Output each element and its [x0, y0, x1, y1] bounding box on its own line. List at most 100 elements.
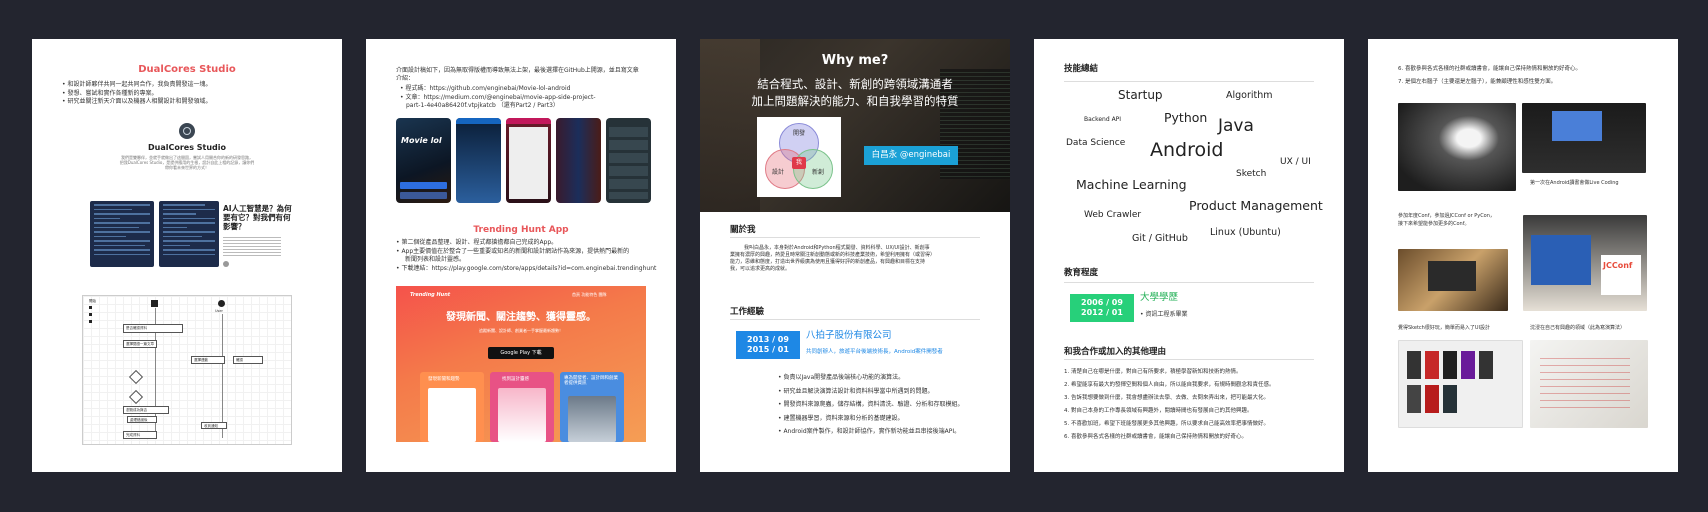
bullet: 發想、嘗試和實作各種新的專案。 — [62, 90, 211, 99]
resume-page-4: 技能總結 Startup Algorithm Backend API Pytho… — [1034, 39, 1344, 472]
banner-headline: 發現新聞、關注趨勢、獲得靈感。 — [446, 312, 596, 323]
flow-node: 選擇連動 — [194, 358, 208, 362]
section-title: Trending Hunt App — [473, 225, 569, 235]
hero-banner: Why me? 結合程式、設計、新創的跨領域溝通者 加上問題解決的能力、和自我學… — [700, 39, 1010, 212]
banner-nav[interactable]: 首頁 功能特色 團隊 — [572, 292, 607, 298]
link-list: 程式碼：https://github.com/enginebai/Movie-l… — [400, 85, 596, 103]
skill-word: Linux (Ubuntu) — [1210, 227, 1281, 238]
skill-word: Java — [1218, 116, 1254, 136]
feature-card: 發現新聞和趨勢 — [420, 372, 484, 442]
bullet: 開發資料來源爬蟲，儲存結構，資料清洗、驗證、分析和存取模組。 — [778, 398, 963, 412]
bullet: 第二個從產品整理、設計、程式都搶擔都自己完成的App。 — [396, 239, 629, 248]
article-link[interactable]: 文章：https://medium.com/@enginebai/movie-a… — [400, 94, 595, 103]
photo-caption: 第一次在Android讀書會做Live Coding — [1530, 180, 1619, 186]
feature-card: 專為開發者、設計師和創業者提供資訊 — [560, 372, 624, 442]
feature-card: 找到設計靈感 — [490, 372, 554, 442]
event-photo: JCConf — [1523, 215, 1647, 311]
resume-page-2: 介面設計稿如下，因為無取得版權而導致無法上架，最後選擇在GitHub上開源，並且… — [366, 39, 676, 472]
reason-item: 7. 是個左右腦子（主要還是左腦子），能兼顧理性和感性雙方面。 — [1398, 79, 1557, 85]
app-screenshot: Movie lol — [396, 118, 451, 203]
bullet: App主要價值在於整合了一些重要或知名的新聞和設計網站作為來源，提供熱門最新的 — [396, 248, 629, 257]
about-text: 能力，思維和態度，打造出世界級廣為使用且獲得好評的新創產品，有興趣和目標在支持 — [730, 259, 926, 265]
work-date-box: 2013 / 09 2015 / 01 — [736, 331, 800, 359]
venn-label: 設計 — [772, 169, 785, 176]
app-bullets: 下載連結：https://play.google.com/store/apps/… — [396, 265, 656, 274]
about-text: 我，可以追求更高的成就。 — [730, 266, 791, 272]
section-title: 教育程度 — [1064, 268, 1099, 278]
decision-node — [128, 369, 144, 385]
name-badge: 白昌永 @enginebai — [864, 146, 958, 165]
brand-name: Trending Hunt — [410, 292, 451, 298]
reason-item: 6. 喜歡參與各式各樣的社群或讀書會，能讓自己保持熱情和開放的好奇心。 — [1398, 66, 1581, 72]
intro-text: 介紹： — [396, 75, 415, 82]
section-title: 和我合作或加入的其他理由 — [1064, 347, 1167, 357]
event-photo — [1398, 249, 1508, 311]
intro-text: 介面設計稿如下，因為無取得版權而導致無法上架，最後選擇在GitHub上開源，並且… — [396, 67, 639, 74]
bullet: 建置機器學習，資料來源和分析的基礎建設。 — [778, 412, 963, 426]
skill-word: Web Crawler — [1084, 210, 1142, 220]
edu-date-end: 2012 / 01 — [1081, 308, 1123, 317]
flow-node: 收到通知 — [204, 424, 218, 428]
work-bullets: 負責以Java開發產品後端核心功能的演算法。 研究並且解決演算法設計和資料科學當… — [778, 371, 963, 439]
venn-label: 開發 — [793, 130, 806, 137]
reason-item: 6. 喜歡參與各式各樣的社群或讀書會，能讓自己保持熱情和開放的好奇心。 — [1064, 434, 1247, 440]
skill-word: UX / UI — [1280, 157, 1311, 167]
hero-line: 加上問題解決的能力、和自我學習的特質 — [751, 94, 959, 108]
avatar — [223, 261, 229, 267]
article-link-cont[interactable]: part-1-4e40a86420f.vtpjkatcb （還有Part2 / … — [406, 102, 559, 110]
reason-item: 2. 希望能享有最大的發揮空間和個人自由，所以能自我要求，有規時間觀念和責任感。 — [1064, 382, 1275, 388]
lock-icon — [151, 300, 158, 307]
app-screenshot — [456, 118, 501, 203]
bullet: 負責以Java開發產品後端核心功能的演算法。 — [778, 371, 963, 385]
code-link[interactable]: 程式碼：https://github.com/enginebai/Movie-l… — [400, 85, 596, 94]
skill-word: Startup — [1118, 88, 1163, 102]
reason-item: 3. 告訴我想要做到什麼，我會想盡辦法去學、去做、去問來弄出來，把可能最大化。 — [1064, 395, 1269, 401]
download-link[interactable]: 下載連結：https://play.google.com/store/apps/… — [396, 265, 656, 274]
bullet: 研究並關注新天介面以及機器人相關設計和開發領域。 — [62, 98, 211, 107]
trending-hunt-banner: Trending Hunt 首頁 功能特色 團隊 發現新聞、關注趨勢、獲得靈感。… — [396, 286, 646, 442]
section-title: 工作經驗 — [730, 307, 765, 317]
work-date-start: 2013 / 09 — [747, 335, 789, 344]
article-title: 要有它？對我們有何 — [223, 213, 291, 222]
photo-caption: 接下來希望能參加更多的Conf。 — [1398, 221, 1470, 227]
flow-node: 確認 — [236, 358, 243, 362]
app-screenshot — [606, 118, 651, 203]
section-title: 技能總結 — [1064, 64, 1099, 74]
hero-line: 結合程式、設計、新創的跨領域溝通者 — [757, 77, 953, 91]
flowchart: 開始 User 是否確認資料 選擇閱讀一篇文章 選擇連動 確認 瀏覽成功與否 處… — [82, 295, 292, 445]
skill-word: Backend API — [1084, 116, 1122, 123]
edu-bullets: 資訊工程系畢業 — [1140, 311, 1187, 320]
edu-date-box: 2006 / 09 2012 / 01 — [1070, 294, 1134, 322]
skill-word: Git / GitHub — [1132, 233, 1188, 244]
page-title: DualCores Studio — [138, 64, 236, 75]
google-play-button[interactable]: Google Play 下載 — [488, 347, 554, 359]
venn-diagram: 我 開發 設計 新創 — [757, 117, 841, 197]
feature-card-title: 發現新聞和趨勢 — [428, 377, 460, 382]
photo-caption: 參加年度Conf，參加過JCConf or PyCon， — [1398, 213, 1495, 219]
company-name: 八拍子股份有限公司 — [806, 330, 892, 341]
reason-item: 4. 對自己本身的工作專長領域有興趣外，閱讀時間也有發展自己的其他興趣。 — [1064, 408, 1253, 414]
app-screenshot — [556, 118, 601, 203]
bullet: 資訊工程系畢業 — [1140, 311, 1187, 320]
bullet: 和設計師夥伴共同一起共同合作，我負責開發這一塊。 — [62, 81, 211, 90]
feature-card-title: 專為開發者、設計師和創業者提供資訊 — [564, 376, 618, 386]
intro-bullets: 和設計師夥伴共同一起共同合作，我負責開發這一塊。 發想、嘗試和實作各種新的專案。… — [62, 81, 211, 107]
article-title: AI人工智慧是？為何 — [223, 204, 292, 213]
decision-node — [128, 389, 144, 405]
hero-title: Why me? — [821, 53, 889, 68]
user-icon — [218, 300, 225, 307]
work-date-end: 2015 / 01 — [747, 345, 789, 354]
banner-sub: 追蹤新聞、設計師、創業者一手掌握最新趨勢！ — [479, 328, 563, 333]
event-photo — [1522, 103, 1646, 173]
role-text: 共同創辦人，旅遊平台後端技術長，Android案件開發者 — [806, 349, 943, 355]
card-desc: 帶你看未來世界的方式！ — [165, 165, 209, 170]
bullet: 研究並且解決演算法設計和資料科學當中所遇到的問題。 — [778, 385, 963, 399]
whiteboard-photo — [1530, 340, 1648, 428]
skill-word: Android — [1150, 139, 1224, 161]
skill-word: Data Science — [1066, 138, 1126, 148]
skill-word: Algorithm — [1226, 90, 1273, 101]
venn-label: 新創 — [812, 169, 825, 176]
code-screenshot — [90, 201, 154, 267]
skill-word: Product Management — [1189, 198, 1323, 213]
about-text: 業擁有濃厚的興趣，熱愛且時常關注新創動態或新的科技產業技術，希望利用擁有（或習得… — [730, 252, 936, 258]
